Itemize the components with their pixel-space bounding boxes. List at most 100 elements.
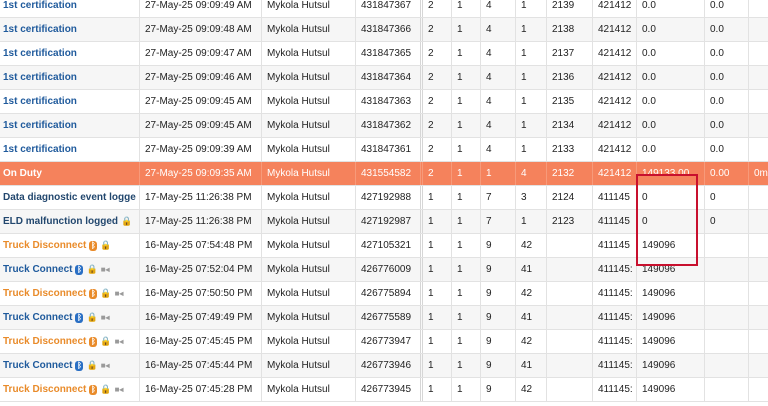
cell-vin: 411145: [593, 306, 637, 329]
cell-d: 1 [516, 210, 547, 233]
cell-b: 1 [452, 330, 481, 353]
cell-last [749, 234, 768, 257]
cell-id: 427105321 [356, 234, 423, 257]
event-type-label: 1st certification [3, 96, 77, 107]
table-row[interactable]: Truck Disconnect ᛒ 🔒 ■◂ 16-May-25 07:50:50 P… [0, 282, 768, 306]
cell-time: 27-May-25 09:09:48 AM [140, 18, 262, 41]
cell-last [749, 330, 768, 353]
cell-time: 17-May-25 11:26:38 PM [140, 186, 262, 209]
cell-d: 1 [516, 18, 547, 41]
table-row[interactable]: 1st certification 27-May-25 09:09:39 AM My… [0, 138, 768, 162]
table-row[interactable]: 1st certification 27-May-25 09:09:47 AM My… [0, 42, 768, 66]
cell-d: 1 [516, 66, 547, 89]
table-row[interactable]: 1st certification 27-May-25 09:09:49 AM My… [0, 0, 768, 18]
event-type-cell: Truck Connect ᛒ 🔒 ■◂ [0, 354, 140, 377]
table-row[interactable]: Data diagnostic event logge 17-May-25 11:… [0, 186, 768, 210]
lock-icon: 🔒 [100, 384, 112, 394]
cell-eng: 0.0 [705, 0, 749, 17]
cell-time: 27-May-25 09:09:39 AM [140, 138, 262, 161]
cell-c: 9 [481, 234, 516, 257]
cell-user: Mykola Hutsul [262, 114, 356, 137]
cell-user: Mykola Hutsul [262, 378, 356, 401]
cell-d: 42 [516, 378, 547, 401]
event-type-label: Truck Disconnect [3, 384, 87, 395]
event-type-cell: On Duty [0, 162, 140, 185]
cell-seq: 2137 [547, 42, 593, 65]
cell-odo: 0.0 [637, 66, 705, 89]
cell-b: 1 [452, 114, 481, 137]
table-row[interactable]: Truck Disconnect ᛒ 🔒 16-May-25 07:54:48 PM M… [0, 234, 768, 258]
cell-b: 1 [452, 66, 481, 89]
cell-eng [705, 258, 749, 281]
bluetooth-icon: ᛒ [89, 288, 98, 299]
cell-user: Mykola Hutsul [262, 210, 356, 233]
cell-vin: 411145 [593, 234, 637, 257]
cell-last [749, 282, 768, 305]
table-row[interactable]: 1st certification 27-May-25 09:09:45 AM My… [0, 114, 768, 138]
cell-a: 2 [423, 18, 452, 41]
event-type-cell: Data diagnostic event logge [0, 186, 140, 209]
table-row[interactable]: Truck Disconnect ᛒ 🔒 ■◂ 16-May-25 07:45:28 P… [0, 378, 768, 402]
cell-user: Mykola Hutsul [262, 234, 356, 257]
cell-last [749, 90, 768, 113]
cell-a: 2 [423, 0, 452, 17]
table-row[interactable]: On Duty 27-May-25 09:09:35 AM Mykola Hutsu… [0, 162, 768, 186]
cell-b: 1 [452, 354, 481, 377]
cell-user: Mykola Hutsul [262, 186, 356, 209]
table-row[interactable]: 1st certification 27-May-25 09:09:46 AM My… [0, 66, 768, 90]
cell-seq: 2134 [547, 114, 593, 137]
cell-odo: 0 [637, 210, 705, 233]
bluetooth-icon: ᛒ [89, 384, 98, 395]
cell-odo: 149096 [637, 354, 705, 377]
event-type-label: Truck Connect [3, 264, 73, 275]
cell-last [749, 210, 768, 233]
cell-eng: 0.0 [705, 18, 749, 41]
cell-id: 431847363 [356, 90, 423, 113]
cell-last [749, 18, 768, 41]
cell-odo: 149096 [637, 330, 705, 353]
cell-time: 16-May-25 07:45:45 PM [140, 330, 262, 353]
cell-time: 16-May-25 07:50:50 PM [140, 282, 262, 305]
cell-id: 426775894 [356, 282, 423, 305]
cell-eng: 0 [705, 210, 749, 233]
table-row[interactable]: ELD malfunction logged 🔒 17-May-25 11:26:3… [0, 210, 768, 234]
cell-eng: 0 [705, 186, 749, 209]
table-row[interactable]: Truck Connect ᛒ 🔒 ■◂ 16-May-25 07:49:49 PM My… [0, 306, 768, 330]
cell-a: 2 [423, 42, 452, 65]
table-row[interactable]: 1st certification 27-May-25 09:09:45 AM My… [0, 90, 768, 114]
table-row[interactable]: Truck Connect ᛒ 🔒 ■◂ 16-May-25 07:52:04 PM My… [0, 258, 768, 282]
cell-odo: 0.0 [637, 0, 705, 17]
event-type-label: 1st certification [3, 48, 77, 59]
cell-user: Mykola Hutsul [262, 90, 356, 113]
cell-b: 1 [452, 18, 481, 41]
table-row[interactable]: Truck Connect ᛒ 🔒 ■◂ 16-May-25 07:45:44 PM My… [0, 354, 768, 378]
event-type-label: 1st certification [3, 144, 77, 155]
cell-seq [547, 234, 593, 257]
table-row[interactable]: Truck Disconnect ᛒ 🔒 ■◂ 16-May-25 07:45:45 P… [0, 330, 768, 354]
cell-a: 1 [423, 282, 452, 305]
cell-c: 4 [481, 18, 516, 41]
cell-c: 4 [481, 66, 516, 89]
cell-eng: 0.0 [705, 138, 749, 161]
cell-id: 426775589 [356, 306, 423, 329]
camera-icon: ■◂ [100, 265, 110, 274]
bluetooth-icon: ᛒ [75, 264, 84, 275]
event-type-cell: 1st certification [0, 18, 140, 41]
cell-user: Mykola Hutsul [262, 282, 356, 305]
cell-a: 1 [423, 330, 452, 353]
cell-eng [705, 378, 749, 401]
cell-b: 1 [452, 210, 481, 233]
cell-vin: 411145 [593, 186, 637, 209]
table-row[interactable]: 1st certification 27-May-25 09:09:48 AM My… [0, 18, 768, 42]
camera-icon: ■◂ [100, 361, 110, 370]
event-type-cell: Truck Connect ᛒ 🔒 ■◂ [0, 306, 140, 329]
cell-id: 426773946 [356, 354, 423, 377]
cell-odo: 0 [637, 186, 705, 209]
cell-seq: 2136 [547, 66, 593, 89]
cell-odo: 0.0 [637, 138, 705, 161]
cell-d: 1 [516, 0, 547, 17]
cell-a: 1 [423, 354, 452, 377]
cell-time: 16-May-25 07:49:49 PM [140, 306, 262, 329]
cell-id: 431847366 [356, 18, 423, 41]
cell-a: 2 [423, 90, 452, 113]
